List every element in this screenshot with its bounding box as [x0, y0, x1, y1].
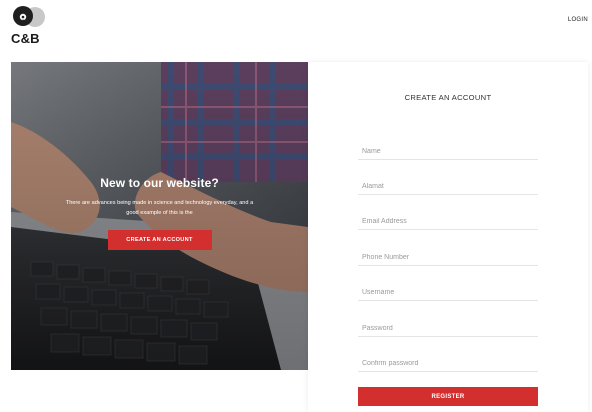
- email-input[interactable]: [358, 214, 538, 230]
- password-input[interactable]: [358, 321, 538, 337]
- name-input[interactable]: [358, 144, 538, 160]
- logo-text: C&B: [11, 31, 40, 46]
- logo-mark-icon: [13, 6, 45, 27]
- hero-panel: New to our website? There are advances b…: [11, 62, 308, 370]
- hero-title: New to our website?: [100, 176, 219, 190]
- hero-description: There are advances being made in science…: [65, 200, 254, 216]
- alamat-input[interactable]: [358, 179, 538, 195]
- phone-input[interactable]: [358, 250, 538, 266]
- logo[interactable]: C&B: [10, 4, 50, 46]
- form-title: CREATE AN ACCOUNT: [404, 93, 492, 102]
- create-account-button[interactable]: CREATE AN ACCOUNT: [107, 230, 212, 250]
- registration-form: CREATE AN ACCOUNT REGISTER: [308, 62, 588, 412]
- confirm-password-input[interactable]: [358, 356, 538, 372]
- login-link[interactable]: LOGIN: [568, 17, 588, 23]
- username-input[interactable]: [358, 285, 538, 301]
- hero-content: New to our website? There are advances b…: [11, 176, 308, 250]
- registration-page: C&B LOGIN New to our website? There are …: [0, 0, 592, 412]
- register-button[interactable]: REGISTER: [358, 387, 538, 406]
